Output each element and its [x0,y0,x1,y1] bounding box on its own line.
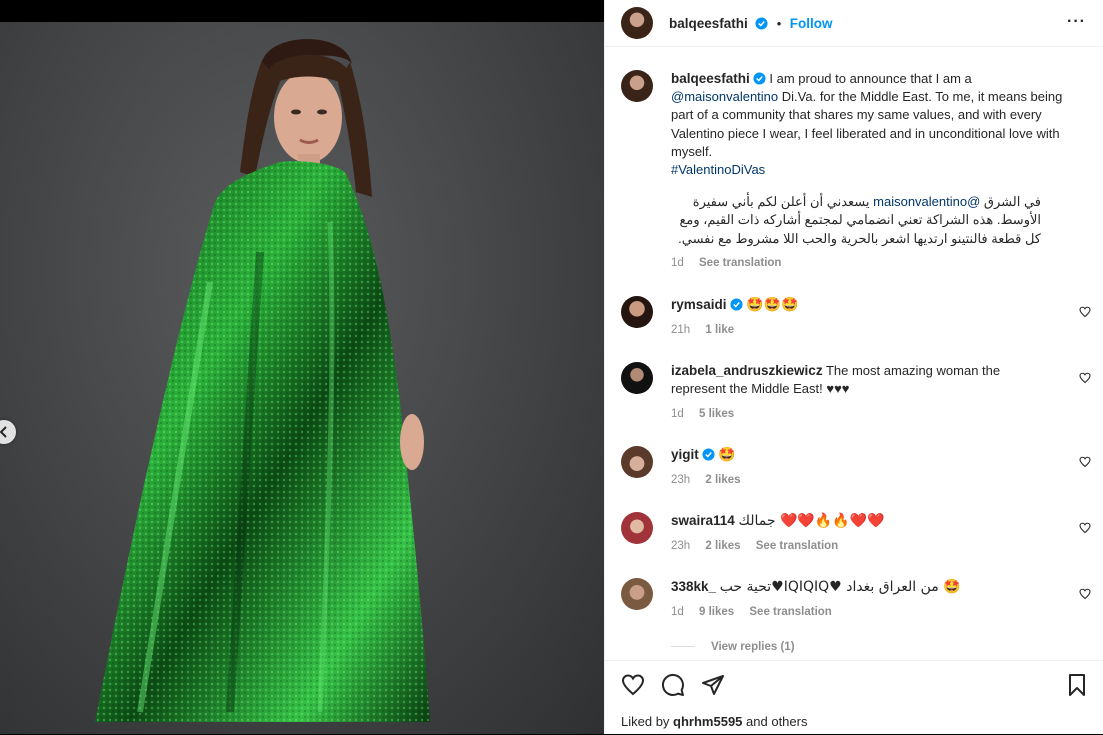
view-replies-label[interactable]: View replies (1) [711,641,795,653]
commenter-username[interactable]: 338kk_ [671,579,716,594]
send-icon[interactable] [701,673,725,697]
comment-body: جمالك ❤️❤️🔥🔥❤️❤️ [738,513,885,529]
post-side-panel: balqeesfathi • Follow ··· balqeesfathi I… [604,0,1103,734]
hashtag-link[interactable]: #ValentinoDiVas [671,161,1066,179]
replies-divider-line [671,646,695,648]
post-caption: balqeesfathi I am proud to announce that… [671,70,1066,272]
caption-arabic: في الشرق @maisonvalentino يسعدني أن أعلن… [671,193,1041,248]
caption-avatar[interactable] [621,70,653,102]
caption-username[interactable]: balqeesfathi [671,71,750,86]
comment-body: تحية حب♥IQIQIQ♥ من العراق بغداد 🤩 [719,579,961,595]
verified-badge-icon [753,72,766,85]
post-header: balqeesfathi • Follow ··· [605,0,1103,47]
verified-badge-icon [755,17,768,30]
comment-item: izabela_andruszkiewicz The most amazing … [621,362,1091,422]
like-comment-heart-icon[interactable] [1079,456,1091,468]
liked-by-prefix: Liked by [621,714,674,729]
view-replies-button[interactable]: View replies (1) [671,641,795,653]
comment-meta: 23h 2 likes See translation [671,540,838,552]
commenter-username[interactable]: yigit [671,447,699,462]
comment-time[interactable]: 1d [671,408,684,420]
comment-time[interactable]: 21h [671,324,690,336]
verified-badge-icon [702,448,715,461]
heart-icon[interactable] [621,673,645,697]
comment-meta: 1d 5 likes [671,408,734,420]
comment-time[interactable]: 23h [671,474,690,486]
more-options-icon[interactable]: ··· [1067,13,1086,31]
caption-time[interactable]: 1d [671,257,684,269]
commenter-avatar[interactable] [621,446,653,478]
comment-time[interactable]: 23h [671,540,690,552]
model-in-green-sequin-gown-image [95,39,430,723]
comment-meta: 23h 2 likes [671,474,741,486]
commenter-avatar[interactable] [621,362,653,394]
post-actions-bar: Liked by qhrhm5595 and others [605,660,1103,735]
commenter-username[interactable]: swaira114 [671,513,735,528]
comment-text: izabela_andruszkiewicz The most amazing … [671,362,1031,398]
comment-item: 338kk_ تحية حب♥IQIQIQ♥ من العراق بغداد 🤩… [621,578,1091,628]
commenter-avatar[interactable] [621,296,653,328]
liked-by-user[interactable]: qhrhm5595 [673,714,742,729]
comment-icon[interactable] [661,673,685,697]
comment-likes[interactable]: 2 likes [705,540,740,552]
chevron-left-icon [0,426,7,438]
comment-text: 338kk_ تحية حب♥IQIQIQ♥ من العراق بغداد 🤩 [671,578,1031,596]
comment-meta: 1d 9 likes See translation [671,606,832,618]
top-bar [0,0,604,22]
like-comment-heart-icon[interactable] [1079,588,1091,600]
comment-item: swaira114 جمالك ❤️❤️🔥🔥❤️❤️ 23h 2 likes S… [621,512,1091,562]
liked-by-text: Liked by qhrhm5595 and others [621,714,807,729]
comment-text: swaira114 جمالك ❤️❤️🔥🔥❤️❤️ [671,512,1031,530]
like-comment-heart-icon[interactable] [1079,306,1091,318]
bookmark-icon[interactable] [1065,673,1089,697]
see-translation-link[interactable]: See translation [749,606,831,618]
commenter-username[interactable]: izabela_andruszkiewicz [671,363,823,378]
author-avatar[interactable] [621,7,653,39]
arabic-text-part1: في الشرق [980,194,1041,210]
mention-link[interactable]: @maisonvalentino [671,89,778,104]
commenter-username[interactable]: rymsaidi [671,297,727,312]
comment-text: rymsaidi 🤩🤩🤩 [671,296,1031,314]
author-username[interactable]: balqeesfathi [669,16,748,31]
like-comment-heart-icon[interactable] [1079,372,1091,384]
follow-button[interactable]: Follow [790,16,833,31]
comment-likes[interactable]: 9 likes [699,606,734,618]
header-author-row: balqeesfathi • Follow [669,15,832,33]
verified-badge-icon [729,298,743,311]
comment-item: yigit 🤩 23h 2 likes [621,446,1091,496]
caption-text-part1: I am proud to announce that I am a [765,71,972,86]
comment-time[interactable]: 1d [671,606,684,618]
post-photo[interactable] [0,22,604,734]
liked-by-suffix[interactable]: and others [742,714,807,729]
see-translation-link[interactable]: See translation [756,540,838,552]
like-comment-heart-icon[interactable] [1079,522,1091,534]
separator-dot: • [776,16,782,31]
comment-body: 🤩🤩🤩 [746,297,799,313]
comment-meta: 21h 1 like [671,324,734,336]
commenter-avatar[interactable] [621,578,653,610]
instagram-post-view: balqeesfathi • Follow ··· balqeesfathi I… [0,0,1103,734]
comment-body: 🤩 [718,447,736,463]
comment-likes[interactable]: 2 likes [705,474,740,486]
caption-meta: 1d See translation [671,254,1066,272]
arabic-mention-link[interactable]: @maisonvalentino [873,194,980,209]
comment-likes[interactable]: 5 likes [699,408,734,420]
comment-likes[interactable]: 1 like [705,324,734,336]
see-translation-link[interactable]: See translation [699,257,781,269]
comment-item: rymsaidi 🤩🤩🤩 21h 1 like [621,296,1091,346]
commenter-avatar[interactable] [621,512,653,544]
comment-text: yigit 🤩 [671,446,1031,464]
